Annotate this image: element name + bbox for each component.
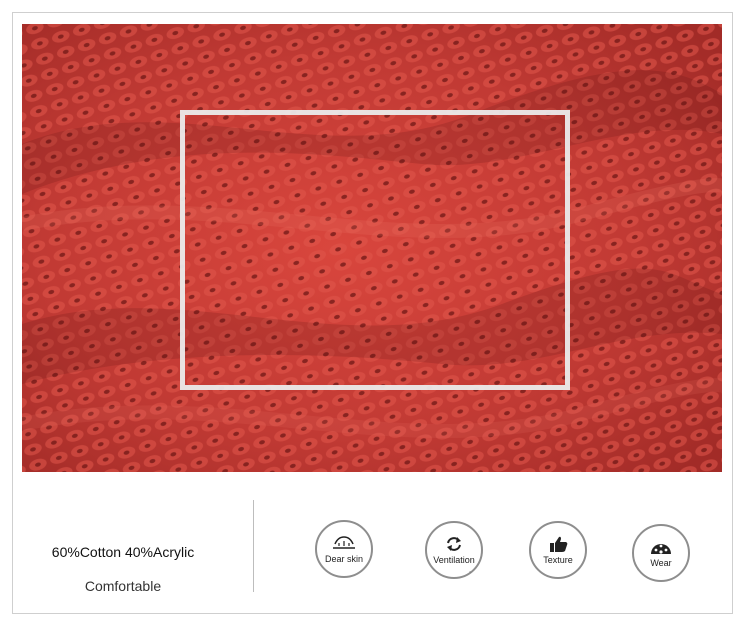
feature-badge-dear-skin: Dear skin xyxy=(315,520,373,578)
thumbs-up-icon xyxy=(550,536,568,552)
feature-badge-texture: Texture xyxy=(529,521,587,579)
feature-label: Texture xyxy=(543,555,573,565)
feature-label: Dear skin xyxy=(324,554,363,564)
refresh-arrows-icon xyxy=(447,537,461,551)
feature-label: Ventilation xyxy=(433,555,475,565)
comfort-label: Comfortable xyxy=(84,578,162,594)
divider xyxy=(253,500,254,592)
skin-icon xyxy=(333,536,355,549)
feature-label: Wear xyxy=(650,558,672,568)
feature-badge-ventilation: Ventilation xyxy=(425,521,483,579)
material-composition: 60%Cotton 40%Acrylic xyxy=(51,544,195,560)
feature-badge-wear: Wear xyxy=(632,524,690,582)
ventilation-mark: , xyxy=(469,567,471,574)
speedometer-icon xyxy=(651,544,671,554)
knit-fabric-photo xyxy=(22,24,722,472)
knit-texture-image xyxy=(22,24,722,472)
